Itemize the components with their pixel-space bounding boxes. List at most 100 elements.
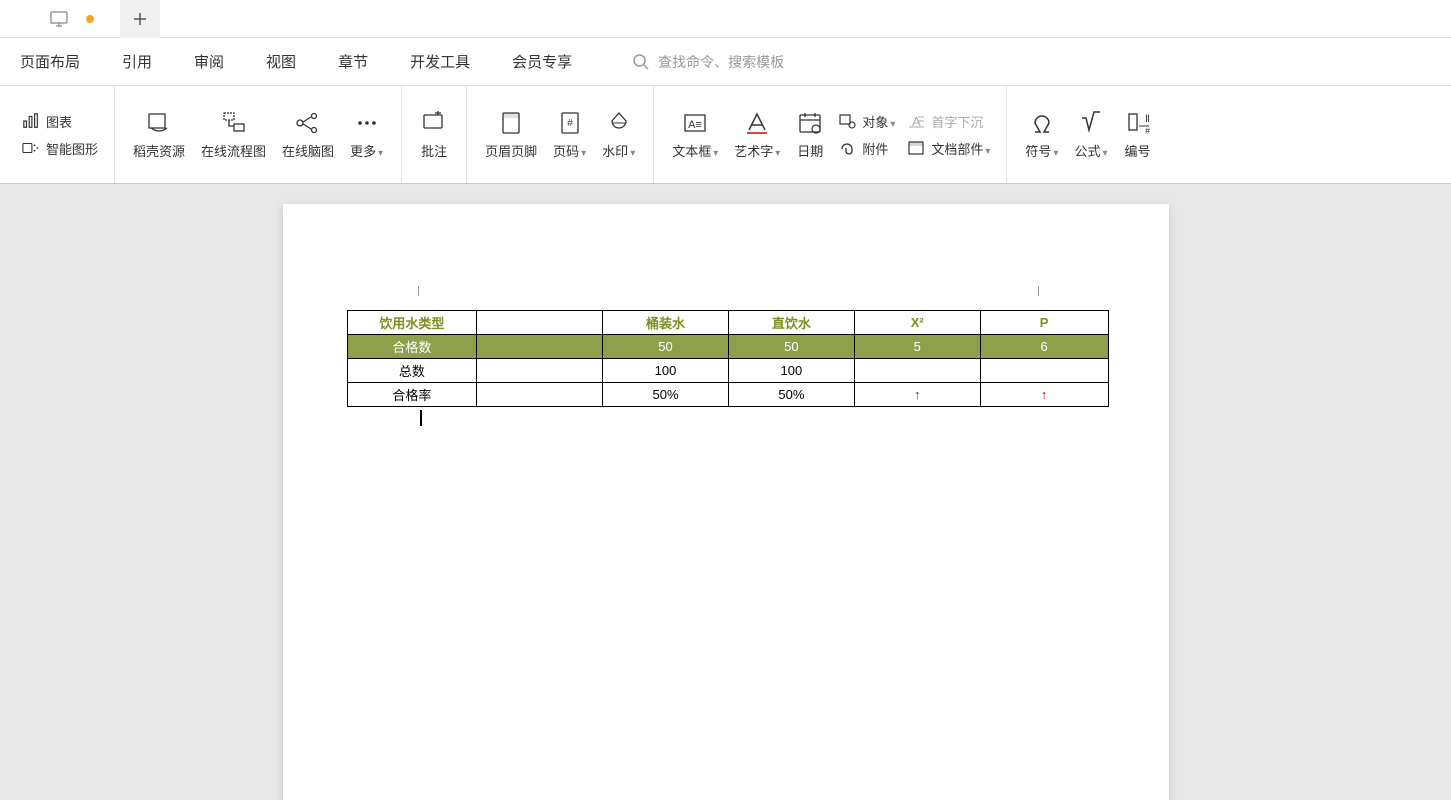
- tab-developer[interactable]: 开发工具: [408, 47, 472, 76]
- watermark-button[interactable]: 水印▾: [594, 109, 643, 160]
- cell: ↑: [980, 383, 1108, 407]
- mindmap-button[interactable]: 在线脑图: [274, 109, 342, 160]
- page-number-label: 页码▾: [553, 141, 586, 160]
- tab-page-layout[interactable]: 页面布局: [18, 47, 82, 76]
- ribbon-tab-strip: 页面布局 引用 审阅 视图 章节 开发工具 会员专享 查找命令、搜索模板: [0, 38, 1451, 86]
- chart-label: 图表: [46, 112, 72, 131]
- symbol-icon: [1028, 109, 1056, 137]
- row-label: 合格数: [347, 335, 477, 359]
- margin-mark-right: [1038, 286, 1039, 296]
- more-button[interactable]: 更多▾: [342, 109, 391, 160]
- unsaved-dot-icon: [86, 15, 94, 23]
- more-label: 更多▾: [350, 141, 383, 160]
- more-icon: [353, 109, 381, 137]
- mindmap-icon: [294, 109, 322, 137]
- equation-icon: [1077, 109, 1105, 137]
- cell: 6: [980, 335, 1108, 359]
- tab-section[interactable]: 章节: [336, 47, 370, 76]
- object-button[interactable]: 对象▾: [838, 112, 895, 131]
- th-direct: 直饮水: [728, 311, 854, 335]
- smartart-icon: [22, 139, 40, 157]
- th-blank: [477, 311, 603, 335]
- svg-text:Ⅱ: Ⅱ: [1145, 114, 1150, 125]
- ribbon-toolbar: 图表 智能图形 稻壳资源 在线流程图 在线脑图 更多▾ 批注: [0, 86, 1451, 184]
- object-label: 对象▾: [862, 112, 895, 131]
- docer-button[interactable]: 稻壳资源: [125, 109, 193, 160]
- chart-icon: [22, 112, 40, 130]
- th-p: P: [980, 311, 1108, 335]
- document-page[interactable]: 饮用水类型 桶装水 直饮水 X² P 合格数 50 50 5 6 总数 100 …: [283, 204, 1169, 800]
- cell: 50: [728, 335, 854, 359]
- docparts-label: 文档部件▾: [931, 139, 990, 158]
- tab-vip[interactable]: 会员专享: [510, 47, 574, 76]
- attachment-button[interactable]: 附件: [838, 139, 895, 158]
- tab-view[interactable]: 视图: [264, 47, 298, 76]
- chart-button[interactable]: 图表: [22, 112, 98, 131]
- watermark-label: 水印▾: [602, 141, 635, 160]
- docparts-icon: [907, 139, 925, 157]
- document-canvas[interactable]: 饮用水类型 桶装水 直饮水 X² P 合格数 50 50 5 6 总数 100 …: [0, 184, 1451, 800]
- textbox-label: 文本框▾: [672, 141, 718, 160]
- flowchart-icon: [220, 109, 248, 137]
- svg-text:A≡: A≡: [688, 119, 702, 131]
- search-icon: [632, 53, 650, 71]
- cell: 50: [603, 335, 729, 359]
- flowchart-button[interactable]: 在线流程图: [193, 109, 274, 160]
- cell: ↑: [854, 383, 980, 407]
- dropcap-button[interactable]: A 首字下沉: [907, 112, 990, 131]
- command-search[interactable]: 查找命令、搜索模板: [632, 52, 784, 72]
- date-label: 日期: [797, 141, 823, 160]
- date-icon: [796, 109, 824, 137]
- wordart-button[interactable]: 艺术字▾: [726, 109, 788, 160]
- textbox-button[interactable]: A≡ 文本框▾: [664, 109, 726, 160]
- docer-label: 稻壳资源: [133, 141, 185, 160]
- monitor-icon: [50, 11, 68, 27]
- dropcap-label: 首字下沉: [931, 112, 983, 131]
- docparts-button[interactable]: 文档部件▾: [907, 139, 990, 158]
- comment-button[interactable]: 批注: [412, 109, 456, 160]
- equation-button[interactable]: 公式▾: [1066, 109, 1115, 160]
- row-label: 总数: [347, 359, 477, 383]
- numbering-label: 编号: [1124, 141, 1150, 160]
- search-placeholder: 查找命令、搜索模板: [658, 52, 784, 72]
- header-footer-button[interactable]: 页眉页脚: [477, 109, 545, 160]
- wordart-icon: [743, 109, 771, 137]
- equation-label: 公式▾: [1074, 141, 1107, 160]
- th-bottled: 桶装水: [603, 311, 729, 335]
- cell: 100: [603, 359, 729, 383]
- row-label: 合格率: [347, 383, 477, 407]
- tab-review[interactable]: 审阅: [192, 47, 226, 76]
- dropcap-icon: A: [907, 112, 925, 130]
- cell: [980, 359, 1108, 383]
- docer-icon: [145, 109, 173, 137]
- watermark-icon: [605, 109, 633, 137]
- cell: [477, 335, 603, 359]
- margin-mark-left: [418, 286, 419, 296]
- cell: [477, 383, 603, 407]
- cell: [854, 359, 980, 383]
- mindmap-label: 在线脑图: [282, 141, 334, 160]
- data-table[interactable]: 饮用水类型 桶装水 直饮水 X² P 合格数 50 50 5 6 总数 100 …: [347, 310, 1109, 407]
- attachment-label: 附件: [862, 139, 888, 158]
- table-row: 总数 100 100: [347, 359, 1108, 383]
- wordart-label: 艺术字▾: [734, 141, 780, 160]
- numbering-button[interactable]: Ⅱ# 编号: [1116, 109, 1160, 160]
- tab-references[interactable]: 引用: [120, 47, 154, 76]
- date-button[interactable]: 日期: [788, 109, 832, 160]
- th-x2: X²: [854, 311, 980, 335]
- smartart-button[interactable]: 智能图形: [22, 139, 98, 158]
- svg-text:#: #: [1145, 126, 1150, 136]
- title-tab-bar: [0, 0, 1451, 38]
- object-icon: [838, 112, 856, 130]
- page-number-button[interactable]: # 页码▾: [545, 109, 594, 160]
- comment-label: 批注: [421, 141, 447, 160]
- comment-icon: [420, 109, 448, 137]
- table-header-row: 饮用水类型 桶装水 直饮水 X² P: [347, 311, 1108, 335]
- svg-text:#: #: [567, 118, 573, 129]
- symbol-label: 符号▾: [1025, 141, 1058, 160]
- text-cursor: [420, 410, 422, 426]
- header-footer-label: 页眉页脚: [485, 141, 537, 160]
- new-tab-button[interactable]: [120, 0, 160, 38]
- smartart-label: 智能图形: [46, 139, 98, 158]
- symbol-button[interactable]: 符号▾: [1017, 109, 1066, 160]
